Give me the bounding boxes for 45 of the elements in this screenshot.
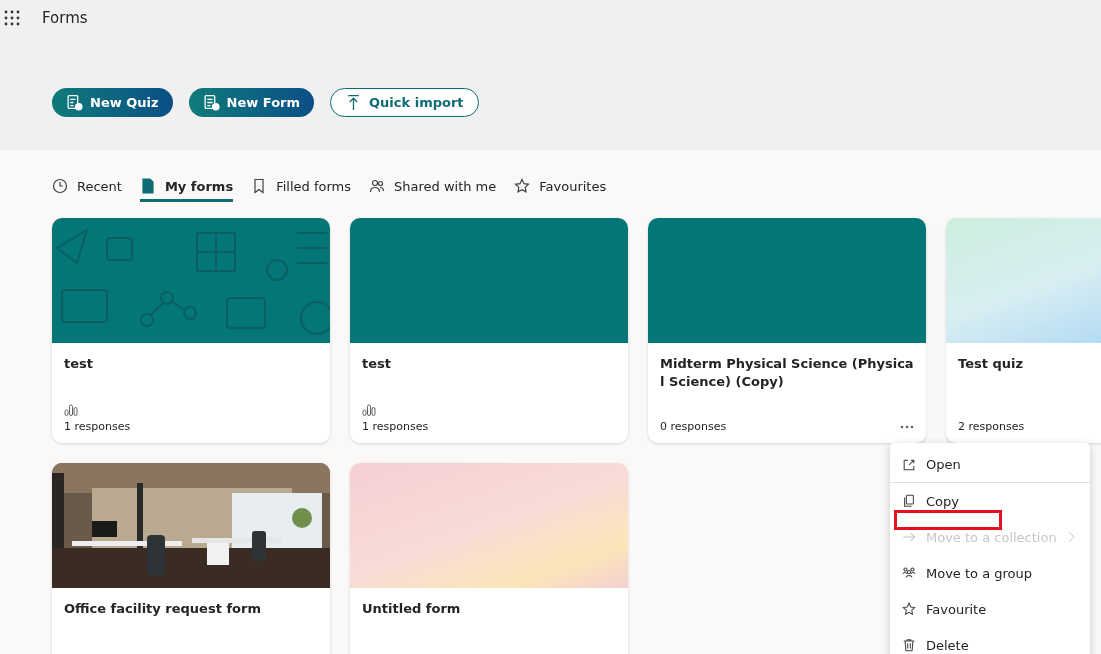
star-icon xyxy=(902,602,916,616)
menu-item[interactable]: Delete xyxy=(890,627,1090,654)
form-card[interactable]: Test quiz 2 responses xyxy=(946,218,1101,443)
menu-item[interactable]: Favourite xyxy=(890,591,1090,627)
response-count: 1 responses xyxy=(362,420,429,433)
document-icon xyxy=(139,178,156,194)
form-icon xyxy=(202,94,220,111)
new-form-button[interactable]: New Form xyxy=(188,88,315,117)
copy-icon xyxy=(902,494,916,508)
form-card[interactable]: Office facility request form xyxy=(52,463,330,654)
menu-item[interactable]: Open xyxy=(890,447,1090,483)
form-title: test xyxy=(64,355,94,373)
tab[interactable]: My forms xyxy=(139,178,234,202)
people-icon xyxy=(902,566,916,580)
response-count: 0 responses xyxy=(660,420,727,433)
response-count: 2 responses xyxy=(958,420,1025,433)
form-title: Midterm Physical Science (Physical Science) (Copy) xyxy=(660,355,914,391)
form-card[interactable]: test 1 responses xyxy=(350,218,628,443)
form-card[interactable]: Midterm Physical Science (Physical Science) (Copy) 0 responses xyxy=(648,218,926,443)
tab[interactable]: Filled forms xyxy=(251,178,351,202)
clock-icon xyxy=(52,178,68,194)
app-title: Forms xyxy=(42,9,88,27)
import-button[interactable]: Quick import xyxy=(330,88,479,117)
more-options-button[interactable] xyxy=(900,424,914,429)
tab[interactable]: Shared with me xyxy=(369,178,497,202)
tab[interactable]: Favourites xyxy=(514,178,607,202)
form-card[interactable]: Untitled form xyxy=(350,463,628,654)
tab[interactable]: Recent xyxy=(52,178,122,202)
quiz-icon xyxy=(66,94,83,111)
app-launcher-icon[interactable] xyxy=(4,10,20,26)
menu-item[interactable]: Copy xyxy=(890,483,1090,519)
new-quiz-button[interactable]: New Quiz xyxy=(52,88,173,117)
form-title: Untitled form xyxy=(362,600,462,618)
arrow-right-icon xyxy=(902,530,916,544)
chevron-right-icon xyxy=(1066,531,1075,543)
form-title: test xyxy=(362,355,392,373)
star-icon xyxy=(514,178,531,194)
external-link-icon xyxy=(902,457,916,472)
form-card[interactable]: test 1 responses xyxy=(52,218,330,443)
response-count: 1 responses xyxy=(64,420,131,433)
people-icon xyxy=(369,178,385,194)
form-title: Test quiz xyxy=(958,355,1025,373)
form-title: Office facility request form xyxy=(64,600,262,618)
trash-icon xyxy=(902,638,916,652)
menu-item[interactable]: Move to a group xyxy=(890,555,1090,591)
